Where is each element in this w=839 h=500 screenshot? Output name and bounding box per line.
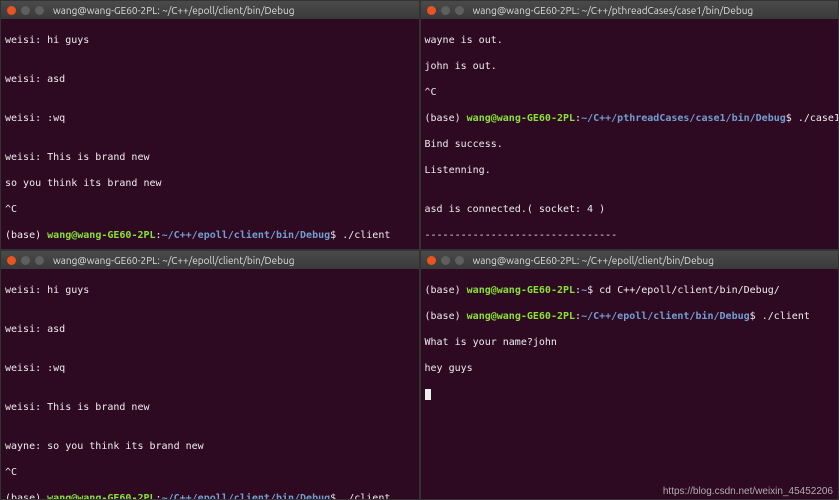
titlebar-bottom-left[interactable]: wang@wang-GE60-2PL: ~/C++/epoll/client/b…: [1, 251, 419, 269]
titlebar-bottom-right[interactable]: wang@wang-GE60-2PL: ~/C++/epoll/client/b…: [421, 251, 839, 269]
window-title: wang@wang-GE60-2PL: ~/C++/pthreadCases/c…: [473, 4, 754, 17]
maximize-icon[interactable]: [455, 256, 464, 265]
prompt-line: (base) wang@wang-GE60-2PL:~/C++/epoll/cl…: [5, 229, 415, 242]
output-line: john is out.: [425, 60, 835, 73]
output-line: hey guys: [425, 362, 835, 375]
output-line: asd is connected.( socket: 4 ): [425, 203, 835, 216]
output-line: weisi: :wq: [5, 112, 415, 125]
terminal-top-left[interactable]: weisi: hi guys weisi: asd weisi: :wq wei…: [1, 19, 419, 249]
output-line: so you think its brand new: [5, 177, 415, 190]
minimize-icon[interactable]: [441, 256, 450, 265]
terminal-grid: wang@wang-GE60-2PL: ~/C++/epoll/client/b…: [0, 0, 839, 500]
output-line: Listenning.: [425, 164, 835, 177]
output-line: weisi: hi guys: [5, 284, 415, 297]
terminal-top-right[interactable]: wayne is out. john is out. ^C (base) wan…: [421, 19, 839, 249]
prompt-line: (base) wang@wang-GE60-2PL:~$ cd C++/epol…: [425, 284, 835, 297]
close-icon[interactable]: [7, 6, 16, 15]
output-line: wayne is out.: [425, 34, 835, 47]
output-line: Bind success.: [425, 138, 835, 151]
output-line: weisi: :wq: [5, 362, 415, 375]
pane-bottom-right: wang@wang-GE60-2PL: ~/C++/epoll/client/b…: [420, 250, 839, 500]
output-line: wayne: so you think its brand new: [5, 440, 415, 453]
titlebar-top-left[interactable]: wang@wang-GE60-2PL: ~/C++/epoll/client/b…: [1, 1, 419, 19]
titlebar-top-right[interactable]: wang@wang-GE60-2PL: ~/C++/pthreadCases/c…: [421, 1, 839, 19]
pane-top-right: wang@wang-GE60-2PL: ~/C++/pthreadCases/c…: [420, 0, 839, 250]
output-line: What is your name?john: [425, 336, 835, 349]
close-icon[interactable]: [427, 256, 436, 265]
close-icon[interactable]: [427, 6, 436, 15]
maximize-icon[interactable]: [35, 256, 44, 265]
window-title: wang@wang-GE60-2PL: ~/C++/epoll/client/b…: [53, 254, 294, 267]
output-line: --------------------------------: [425, 229, 835, 242]
output-line: ^C: [5, 203, 415, 216]
output-line: ^C: [425, 86, 835, 99]
output-line: weisi: asd: [5, 73, 415, 86]
window-title: wang@wang-GE60-2PL: ~/C++/epoll/client/b…: [53, 4, 294, 17]
prompt-line: (base) wang@wang-GE60-2PL:~/C++/epoll/cl…: [5, 492, 415, 499]
output-line: weisi: asd: [5, 323, 415, 336]
output-line: weisi: This is brand new: [5, 151, 415, 164]
minimize-icon[interactable]: [21, 256, 30, 265]
prompt-line: (base) wang@wang-GE60-2PL:~/C++/pthreadC…: [425, 112, 835, 125]
output-line: weisi: This is brand new: [5, 401, 415, 414]
minimize-icon[interactable]: [441, 6, 450, 15]
output-line: weisi: hi guys: [5, 34, 415, 47]
pane-bottom-left: wang@wang-GE60-2PL: ~/C++/epoll/client/b…: [0, 250, 420, 500]
output-line: ^C: [5, 466, 415, 479]
terminal-bottom-right[interactable]: (base) wang@wang-GE60-2PL:~$ cd C++/epol…: [421, 269, 839, 499]
cursor-icon: [425, 389, 431, 400]
pane-top-left: wang@wang-GE60-2PL: ~/C++/epoll/client/b…: [0, 0, 420, 250]
maximize-icon[interactable]: [455, 6, 464, 15]
minimize-icon[interactable]: [21, 6, 30, 15]
prompt-line: (base) wang@wang-GE60-2PL:~/C++/epoll/cl…: [425, 310, 835, 323]
window-title: wang@wang-GE60-2PL: ~/C++/epoll/client/b…: [473, 254, 714, 267]
terminal-bottom-left[interactable]: weisi: hi guys weisi: asd weisi: :wq wei…: [1, 269, 419, 499]
close-icon[interactable]: [7, 256, 16, 265]
maximize-icon[interactable]: [35, 6, 44, 15]
